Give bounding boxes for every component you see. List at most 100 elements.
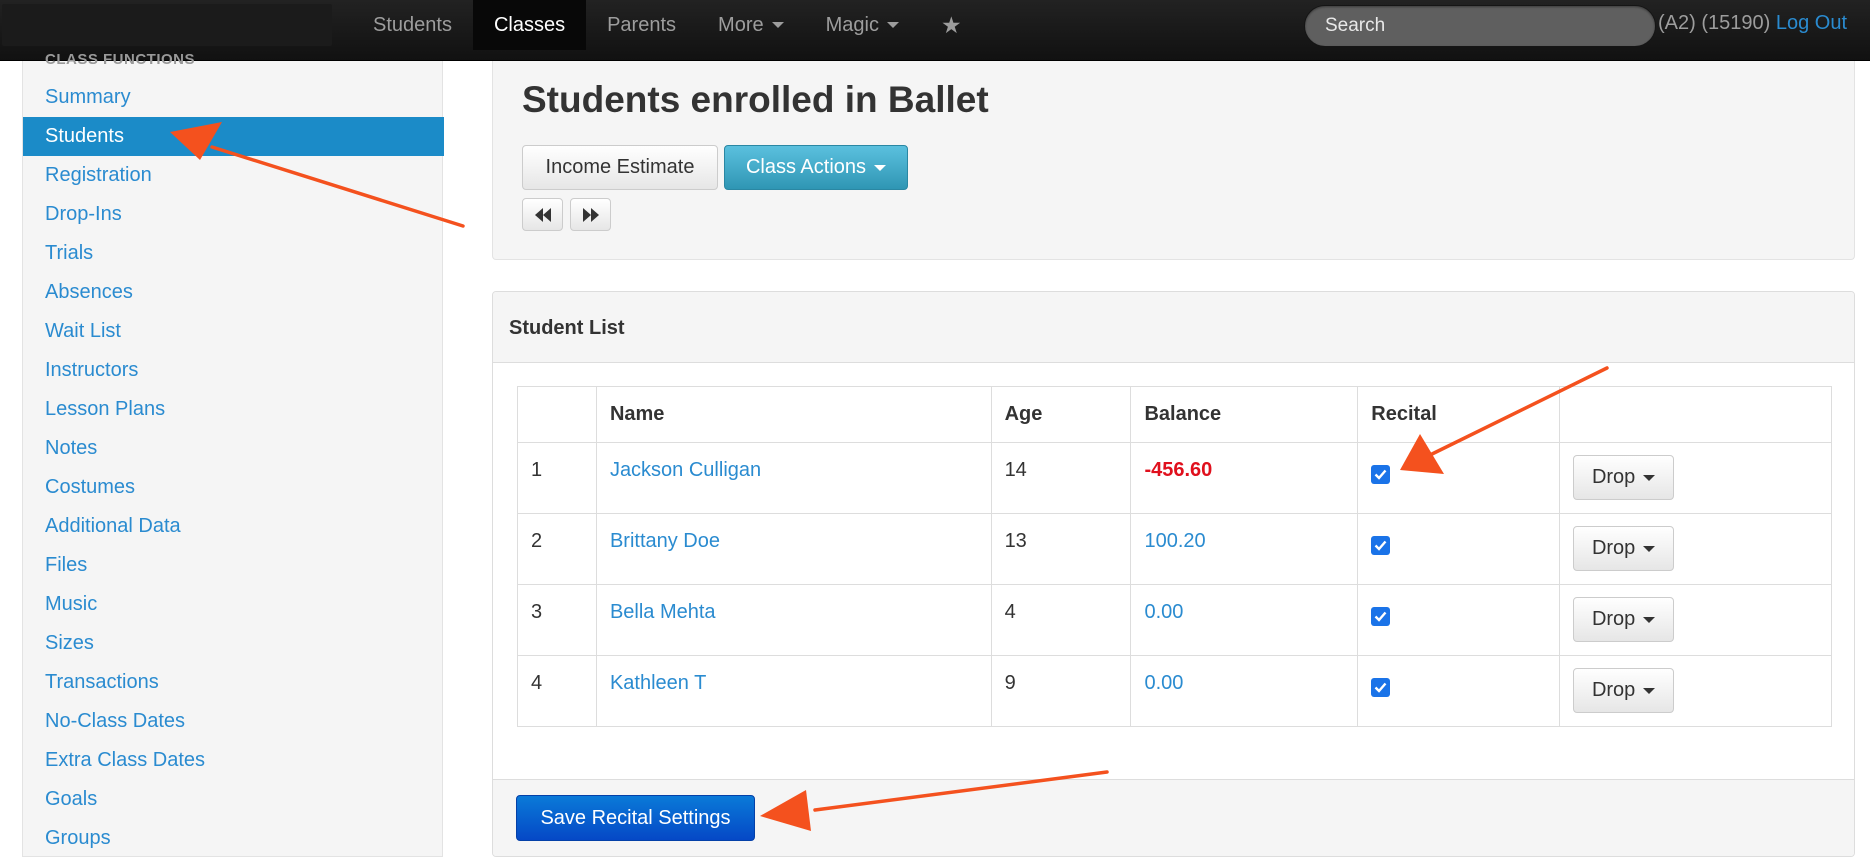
recital-checkbox[interactable]: [1371, 465, 1391, 484]
class-actions-label: Class Actions: [745, 156, 867, 178]
caret-down-icon: [1643, 545, 1656, 552]
account-info: (A2) (15190): [1658, 12, 1771, 34]
drop-label: Drop: [1591, 466, 1636, 488]
table-header-row: Name Age Balance Recital: [517, 386, 1832, 443]
student-name-link[interactable]: Bella Mehta: [610, 601, 716, 623]
sidebar-item-students[interactable]: Students: [23, 117, 444, 156]
drop-button[interactable]: Drop: [1573, 597, 1675, 642]
sidebar-item-sizes[interactable]: Sizes: [23, 624, 444, 663]
brand-logo[interactable]: [2, 4, 332, 46]
column-header-number: [517, 386, 597, 443]
student-age: 13: [990, 513, 1132, 585]
save-recital-settings-button[interactable]: Save Recital Settings: [516, 795, 755, 841]
recital-checkbox[interactable]: [1371, 678, 1391, 697]
nav-label: More: [718, 13, 764, 36]
caret-down-icon: [771, 22, 784, 28]
sidebar-item-files[interactable]: Files: [23, 546, 444, 585]
class-header-well: Students enrolled in Ballet Income Estim…: [492, 61, 1855, 260]
table-row: 4 Kathleen T 9 0.00 Drop: [517, 655, 1832, 727]
caret-down-icon: [1643, 474, 1656, 481]
recital-checkbox[interactable]: [1371, 536, 1391, 555]
sidebar-item-music[interactable]: Music: [23, 585, 444, 624]
student-balance[interactable]: 0.00: [1144, 601, 1183, 623]
fast-backward-icon: [533, 207, 553, 222]
table-row: 1 Jackson Culligan 14 -456.60 Drop: [517, 442, 1832, 514]
next-class-button[interactable]: [570, 198, 611, 231]
row-number: 1: [517, 442, 597, 514]
sidebar-item-additional-data[interactable]: Additional Data: [23, 507, 444, 546]
fast-forward-icon: [581, 207, 601, 222]
sidebar-item-drop-ins[interactable]: Drop-Ins: [23, 195, 444, 234]
drop-label: Drop: [1591, 537, 1636, 559]
page-title: Students enrolled in Ballet: [522, 79, 989, 120]
drop-label: Drop: [1591, 608, 1636, 630]
nav-label: Classes: [493, 13, 566, 36]
student-balance[interactable]: -456.60: [1144, 459, 1212, 481]
nav-item-students[interactable]: Students: [352, 0, 473, 50]
search-input[interactable]: [1304, 5, 1656, 47]
table-row: 2 Brittany Doe 13 100.20 Drop: [517, 513, 1832, 585]
drop-button[interactable]: Drop: [1573, 526, 1675, 571]
sidebar-item-instructors[interactable]: Instructors: [23, 351, 444, 390]
sidebar-item-extra-class-dates[interactable]: Extra Class Dates: [23, 741, 444, 780]
sidebar-item-trials[interactable]: Trials: [23, 234, 444, 273]
nav-item-magic-dropdown[interactable]: Magic: [805, 0, 920, 50]
class-actions-button[interactable]: Class Actions: [724, 145, 908, 190]
panel-heading: Student List: [493, 292, 1854, 363]
student-age: 9: [990, 655, 1132, 727]
income-estimate-label: Income Estimate: [545, 156, 695, 178]
drop-label: Drop: [1591, 679, 1636, 701]
nav-item-favorites[interactable]: ★: [920, 0, 983, 50]
column-header-actions: [1559, 386, 1832, 443]
column-header-name: Name: [595, 386, 992, 443]
student-balance[interactable]: 0.00: [1144, 672, 1183, 694]
student-age: 14: [990, 442, 1132, 514]
row-number: 2: [517, 513, 597, 585]
sidebar-item-registration[interactable]: Registration: [23, 156, 444, 195]
sidebar-item-no-class-dates[interactable]: No-Class Dates: [23, 702, 444, 741]
class-functions-sidebar: CLASS FUNCTIONS Summary Students Registr…: [22, 51, 444, 858]
drop-button[interactable]: Drop: [1573, 668, 1675, 713]
student-name-link[interactable]: Brittany Doe: [610, 530, 720, 552]
account-area: (A2) (15190) Log Out: [1658, 12, 1847, 35]
nav-item-classes[interactable]: Classes: [472, 0, 587, 50]
save-recital-settings-label: Save Recital Settings: [540, 806, 731, 829]
sidebar-item-goals[interactable]: Goals: [23, 780, 444, 819]
income-estimate-button[interactable]: Income Estimate: [522, 145, 718, 190]
sidebar-item-costumes[interactable]: Costumes: [23, 468, 444, 507]
caret-down-icon: [874, 164, 887, 171]
sidebar-item-summary[interactable]: Summary: [23, 78, 444, 117]
nav-label: Magic: [825, 13, 879, 36]
sidebar-item-lesson-plans[interactable]: Lesson Plans: [23, 390, 444, 429]
checkmark-icon: [1374, 540, 1387, 551]
student-table: Name Age Balance Recital 1 Jackson Culli…: [517, 386, 1832, 727]
student-balance[interactable]: 100.20: [1144, 530, 1205, 552]
table-row: 3 Bella Mehta 4 0.00 Drop: [517, 584, 1832, 656]
nav-item-parents[interactable]: Parents: [586, 0, 697, 50]
nav-label: Parents: [607, 13, 677, 36]
nav-menu: Students Classes Parents More Magic ★: [352, 0, 983, 50]
student-name-link[interactable]: Kathleen T: [610, 672, 706, 694]
previous-class-button[interactable]: [522, 198, 563, 231]
caret-down-icon: [1643, 616, 1656, 623]
panel-title: Student List: [509, 317, 625, 339]
checkmark-icon: [1374, 682, 1387, 693]
checkmark-icon: [1374, 611, 1387, 622]
panel-footer: Save Recital Settings: [493, 779, 1854, 856]
sidebar-item-transactions[interactable]: Transactions: [23, 663, 444, 702]
sidebar-item-groups[interactable]: Groups: [23, 819, 444, 858]
sidebar-header: CLASS FUNCTIONS: [45, 51, 195, 68]
student-age: 4: [990, 584, 1132, 656]
nav-label: Students: [373, 13, 452, 36]
recital-checkbox[interactable]: [1371, 607, 1391, 626]
student-name-link[interactable]: Jackson Culligan: [610, 459, 761, 481]
sidebar-item-wait-list[interactable]: Wait List: [23, 312, 444, 351]
sidebar-item-notes[interactable]: Notes: [23, 429, 444, 468]
column-header-age: Age: [990, 386, 1132, 443]
sidebar-item-absences[interactable]: Absences: [23, 273, 444, 312]
drop-button[interactable]: Drop: [1573, 455, 1675, 500]
nav-item-more-dropdown[interactable]: More: [697, 0, 805, 50]
logout-link[interactable]: Log Out: [1776, 12, 1847, 34]
row-number: 4: [517, 655, 597, 727]
star-icon: ★: [940, 11, 962, 38]
